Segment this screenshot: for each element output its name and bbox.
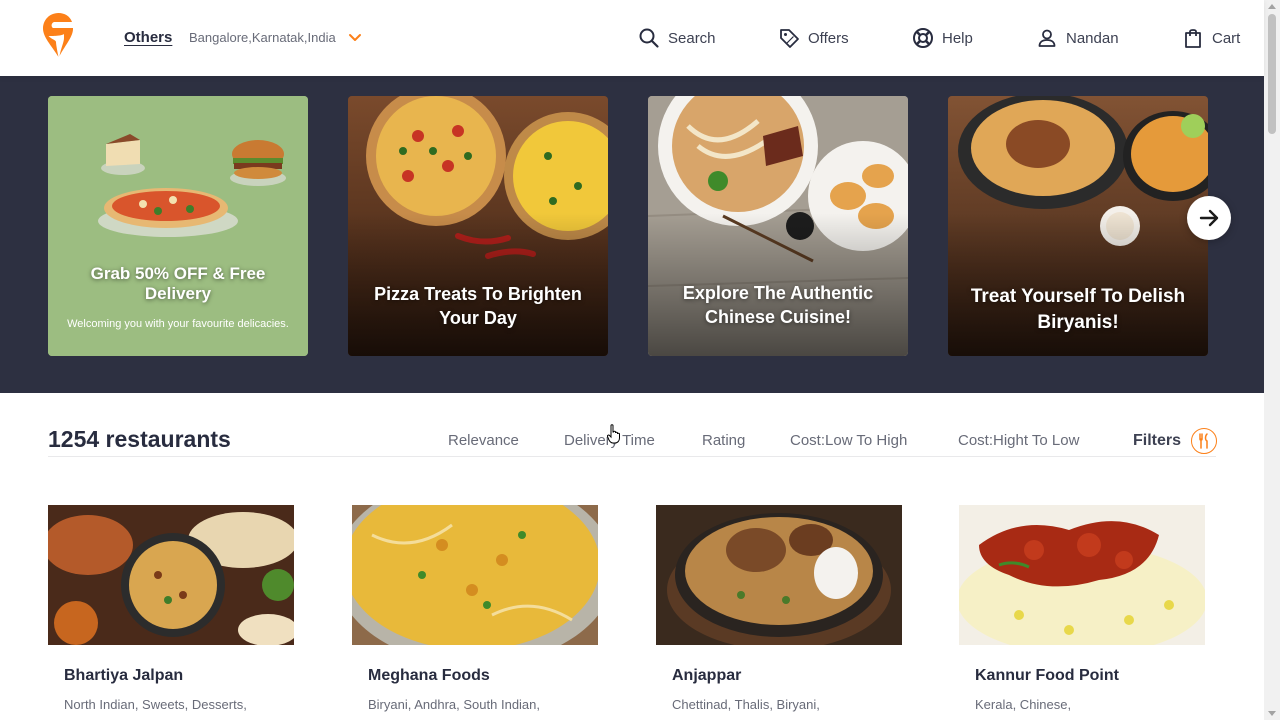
scrollbar-thumb[interactable] <box>1268 14 1276 134</box>
swiggy-logo-icon[interactable] <box>42 12 75 58</box>
banner-card-offer-title: Grab 50% OFF & Free Delivery <box>90 264 266 303</box>
carousel-next-button[interactable] <box>1187 196 1231 240</box>
filters-button[interactable]: Filters <box>1133 428 1218 454</box>
sort-relevance[interactable]: Relevance <box>448 432 519 449</box>
arrow-right-icon <box>1199 209 1219 227</box>
location-address[interactable]: Bangalore,Karnatak,India <box>189 30 336 45</box>
nav-cart-label: Cart <box>1212 29 1241 47</box>
search-icon <box>639 28 659 48</box>
banner-card-pizza-title: Pizza Treats To Brighten Your Day <box>374 284 582 328</box>
nav-profile-label: Nandan <box>1066 29 1119 47</box>
nav-search-label: Search <box>668 29 716 47</box>
top-header: Others Bangalore,Karnatak,India Search O… <box>0 0 1264 76</box>
page-scrollbar[interactable] <box>1264 0 1280 720</box>
restaurant-name: Meghana Foods <box>368 667 490 684</box>
chevron-down-icon[interactable] <box>347 30 363 46</box>
restaurant-image <box>352 505 598 645</box>
nav-offers-label: Offers <box>808 29 849 47</box>
restaurant-name: Anjappar <box>672 667 742 684</box>
offer-tag-icon <box>780 29 799 48</box>
restaurant-card[interactable]: Meghana Foods Biryani, Andhra, South Ind… <box>352 505 598 712</box>
restaurant-image <box>48 505 294 645</box>
banner-card-pizza[interactable]: Pizza Treats To Brighten Your Day <box>348 96 608 356</box>
hand-cursor-icon <box>607 424 620 444</box>
nav-help[interactable]: Help <box>912 26 973 50</box>
scroll-up-arrow-icon[interactable] <box>1268 4 1276 9</box>
sort-cost-low-to-high[interactable]: Cost:Low To High <box>790 432 907 449</box>
offers-carousel: Grab 50% OFF & Free Delivery Welcoming y… <box>0 76 1264 393</box>
restaurant-card[interactable]: Anjappar Chettinad, Thalis, Biryani, <box>656 505 902 712</box>
banner-card-biryani-title: Treat Yourself To Delish Biryanis! <box>970 286 1186 333</box>
pizza-burger-illustration <box>48 96 308 356</box>
restaurant-image <box>656 505 902 645</box>
banner-card-offer[interactable]: Grab 50% OFF & Free Delivery Welcoming y… <box>48 96 308 356</box>
banner-card-chinese[interactable]: Explore The Authentic Chinese Cuisine! <box>648 96 908 356</box>
restaurant-cuisines: Chettinad, Thalis, Biryani, <box>672 697 820 712</box>
nav-help-label: Help <box>942 29 973 47</box>
restaurant-cuisines: North Indian, Sweets, Desserts, <box>64 697 247 712</box>
nav-offers[interactable]: Offers <box>778 26 849 50</box>
restaurant-cuisines: Kerala, Chinese, <box>975 697 1072 712</box>
restaurant-image <box>959 505 1205 645</box>
restaurant-card[interactable]: Kannur Food Point Kerala, Chinese, <box>959 505 1205 712</box>
filters-label: Filters <box>1133 432 1182 449</box>
restaurant-card[interactable]: Bhartiya Jalpan North Indian, Sweets, De… <box>48 505 294 712</box>
restaurant-count-heading: 1254 restaurants <box>48 426 231 452</box>
nav-search[interactable]: Search <box>638 26 716 50</box>
filter-cutlery-icon <box>1191 428 1218 454</box>
help-lifebuoy-icon <box>913 28 933 48</box>
restaurant-cuisines: Biryani, Andhra, South Indian, <box>368 697 541 712</box>
section-divider <box>48 456 1216 457</box>
banner-card-chinese-title: Explore The Authentic Chinese Cuisine! <box>682 283 874 327</box>
nav-profile[interactable]: Nandan <box>1036 26 1119 50</box>
banner-card-offer-subtitle: Welcoming you with your favourite delica… <box>67 318 289 330</box>
sort-cost-high-to-low[interactable]: Cost:Hight To Low <box>958 432 1079 449</box>
location-type[interactable]: Others <box>124 29 172 46</box>
restaurant-name: Bhartiya Jalpan <box>64 667 184 684</box>
restaurant-name: Kannur Food Point <box>975 667 1119 684</box>
user-icon <box>1038 29 1056 47</box>
scroll-down-arrow-icon[interactable] <box>1268 711 1276 716</box>
nav-cart[interactable]: Cart <box>1182 26 1240 50</box>
banner-card-biryani[interactable]: Treat Yourself To Delish Biryanis! <box>948 96 1208 356</box>
sort-rating[interactable]: Rating <box>702 432 745 449</box>
cart-bag-icon <box>1185 29 1201 48</box>
